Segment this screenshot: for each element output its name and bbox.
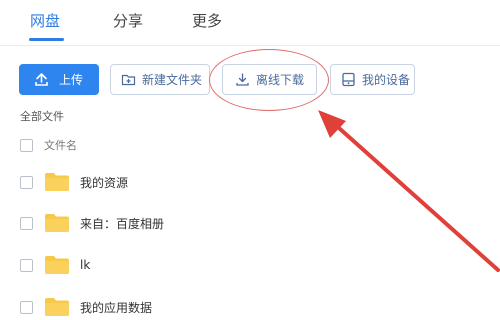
row-checkbox[interactable]: [20, 175, 33, 189]
my-devices-button[interactable]: 我的设备: [330, 64, 415, 95]
select-all-checkbox[interactable]: [20, 138, 33, 152]
list-item[interactable]: 我的应用数据: [0, 287, 500, 320]
folder-icon: [44, 213, 70, 233]
row-checkbox[interactable]: [20, 300, 33, 314]
upload-button[interactable]: 上传: [19, 64, 99, 95]
file-name[interactable]: 来自：百度相册: [80, 215, 164, 232]
highlight-circle: [209, 49, 329, 111]
top-tabs: 网盘 分享 更多: [0, 0, 500, 46]
tabs-divider: [0, 45, 500, 46]
new-folder-button[interactable]: 新建文件夹: [110, 64, 210, 95]
new-folder-icon: [121, 72, 136, 87]
file-name[interactable]: lk: [80, 258, 90, 272]
folder-icon: [44, 255, 70, 275]
tab-netdisk[interactable]: 网盘: [30, 10, 60, 31]
new-folder-label: 新建文件夹: [142, 73, 203, 87]
upload-icon: [34, 72, 49, 87]
upload-label: 上传: [59, 73, 84, 87]
list-item[interactable]: lk: [0, 245, 500, 285]
list-item[interactable]: 我的资源: [0, 162, 500, 202]
breadcrumb-all-files[interactable]: 全部文件: [20, 108, 64, 124]
folder-icon: [44, 172, 70, 192]
folder-icon: [44, 297, 70, 317]
tab-share[interactable]: 分享: [113, 10, 143, 31]
file-name[interactable]: 我的应用数据: [80, 299, 152, 316]
tab-more[interactable]: 更多: [192, 10, 222, 31]
file-name[interactable]: 我的资源: [80, 174, 128, 191]
row-checkbox[interactable]: [20, 216, 33, 230]
active-tab-indicator: [29, 38, 64, 41]
my-devices-label: 我的设备: [362, 73, 411, 87]
row-checkbox[interactable]: [20, 258, 33, 272]
list-item[interactable]: 来自：百度相册: [0, 203, 500, 243]
column-header-filename[interactable]: 文件名: [44, 137, 77, 153]
list-header: 文件名: [0, 125, 500, 165]
device-icon: [341, 72, 356, 87]
